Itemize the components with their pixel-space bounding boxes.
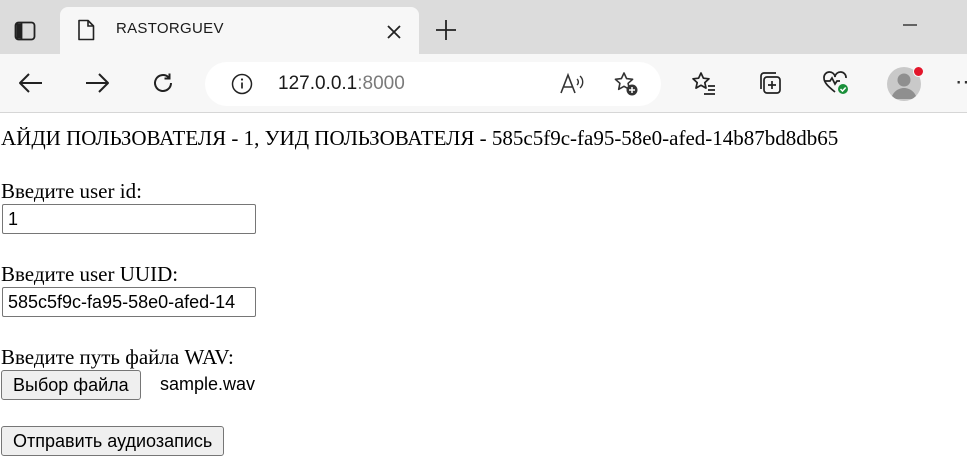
active-tab[interactable]: RASTORGUEV bbox=[60, 7, 419, 54]
heart-pulse-icon bbox=[823, 71, 848, 94]
tab-strip: RASTORGUEV bbox=[0, 0, 967, 54]
arrow-right-icon bbox=[86, 73, 109, 93]
favorites-button[interactable] bbox=[688, 67, 720, 99]
user-id-label: Введите user id: bbox=[1, 179, 142, 203]
minimize-button[interactable] bbox=[898, 13, 922, 37]
selected-file-name: sample.wav bbox=[160, 374, 256, 394]
new-tab-button[interactable] bbox=[432, 16, 460, 44]
address-bar[interactable]: 127.0.0.1:8000 bbox=[205, 62, 661, 106]
notification-dot bbox=[913, 66, 924, 77]
collections-button[interactable] bbox=[754, 67, 786, 99]
site-info-icon[interactable] bbox=[231, 73, 253, 100]
collections-icon bbox=[760, 72, 781, 94]
browser-essentials-button[interactable] bbox=[820, 67, 852, 99]
user-uuid-label: Введите user UUID: bbox=[1, 262, 179, 286]
user-id-input[interactable]: 1 bbox=[2, 204, 256, 234]
page-icon bbox=[77, 19, 95, 46]
refresh-icon bbox=[154, 73, 172, 92]
sidebar-layout-icon bbox=[14, 21, 36, 41]
wav-path-label: Введите путь файла WAV: bbox=[1, 345, 234, 369]
arrow-left-icon bbox=[19, 73, 42, 93]
url-host: 127.0.0.1 bbox=[278, 73, 358, 94]
close-tab-button[interactable] bbox=[382, 20, 406, 44]
star-add-icon bbox=[614, 72, 638, 96]
user-uuid-input[interactable]: 585c5f9c-fa95-58e0-afed-14 bbox=[2, 287, 256, 317]
tab-actions-button[interactable] bbox=[8, 14, 42, 48]
page-content: АЙДИ ПОЛЬЗОВАТЕЛЯ - 1, УИД ПОЛЬЗОВАТЕЛЯ … bbox=[0, 112, 967, 475]
user-info-heading: АЙДИ ПОЛЬЗОВАТЕЛЯ - 1, УИД ПОЛЬЗОВАТЕЛЯ … bbox=[1, 126, 839, 150]
forward-button[interactable] bbox=[81, 67, 113, 99]
submit-audio-button[interactable]: Отправить аудиозапись bbox=[1, 426, 225, 456]
back-button[interactable] bbox=[15, 67, 47, 99]
refresh-button[interactable] bbox=[147, 67, 179, 99]
close-icon bbox=[387, 25, 401, 39]
url-port: :8000 bbox=[357, 73, 405, 94]
more-options-icon[interactable]: ⋯ bbox=[955, 71, 967, 93]
choose-file-button[interactable]: Выбор файла bbox=[1, 370, 141, 400]
favorites-list-icon bbox=[692, 72, 715, 95]
minimize-icon bbox=[903, 24, 917, 26]
url-text[interactable]: 127.0.0.1:8000 bbox=[278, 73, 405, 95]
tab-title: RASTORGUEV bbox=[116, 20, 224, 37]
plus-icon bbox=[436, 20, 456, 40]
read-aloud-button[interactable] bbox=[559, 71, 585, 97]
add-favorite-button[interactable] bbox=[613, 71, 639, 97]
read-aloud-icon bbox=[560, 72, 584, 94]
